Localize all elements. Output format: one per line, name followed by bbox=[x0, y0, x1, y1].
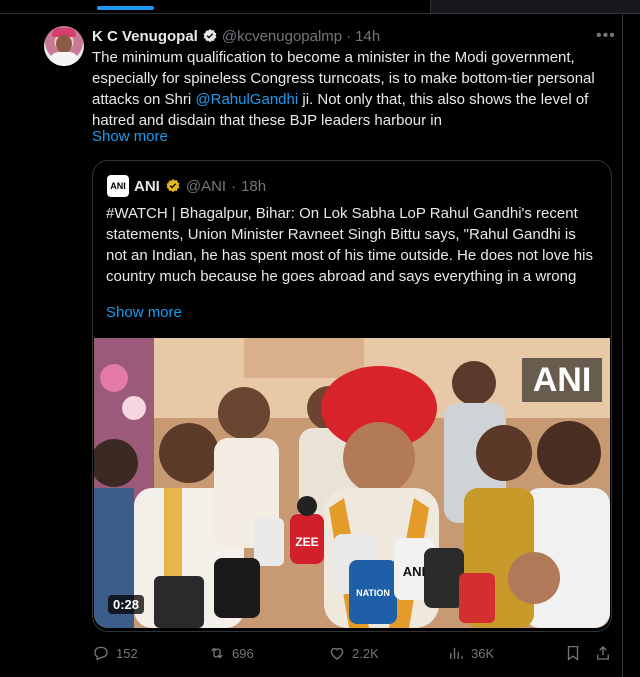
video-duration: 0:28 bbox=[108, 595, 145, 614]
ani-watermark: ANI bbox=[522, 358, 602, 402]
separator-dot: · bbox=[346, 27, 352, 45]
mic-label-zee: ZEE bbox=[295, 535, 318, 549]
right-panel-edge bbox=[430, 0, 640, 13]
author-handle[interactable]: @kcvenugopalmp bbox=[222, 28, 342, 45]
mic-label-ani: ANI bbox=[403, 564, 425, 579]
share-button[interactable] bbox=[594, 641, 612, 665]
reply-button[interactable]: 152 bbox=[92, 641, 138, 665]
avatar-face bbox=[56, 35, 72, 53]
mention-link[interactable]: @RahulGandhi bbox=[195, 91, 298, 108]
video-player[interactable]: ZEE ANI NATION ANI 0:28 bbox=[94, 338, 610, 628]
like-count: 2.2K bbox=[352, 645, 379, 661]
repost-button[interactable]: 696 bbox=[208, 641, 254, 665]
quote-author-name[interactable]: ANI bbox=[134, 178, 160, 195]
quote-header: ANI ANI @ANI · 18h bbox=[107, 175, 266, 197]
active-tab-indicator bbox=[97, 6, 154, 10]
tweet-text: The minimum qualification to become a mi… bbox=[92, 47, 612, 131]
repost-icon bbox=[211, 647, 223, 659]
quote-separator-dot: · bbox=[231, 177, 237, 195]
share-icon bbox=[597, 646, 609, 660]
views-chart-icon bbox=[450, 647, 463, 659]
tweet-actions: 152 696 2.2K 36K bbox=[92, 641, 614, 665]
reply-icon bbox=[94, 646, 108, 661]
gold-verified-badge-icon bbox=[165, 178, 181, 194]
avatar-shirt bbox=[49, 52, 79, 66]
bookmark-button[interactable] bbox=[564, 641, 582, 665]
reply-count: 152 bbox=[116, 645, 138, 661]
repost-count: 696 bbox=[232, 645, 254, 661]
heart-icon bbox=[330, 647, 344, 660]
show-more-link[interactable]: Show more bbox=[92, 128, 168, 145]
author-avatar[interactable] bbox=[44, 26, 84, 66]
author-name[interactable]: K C Venugopal bbox=[92, 28, 198, 45]
quote-time[interactable]: 18h bbox=[241, 178, 266, 195]
views-count: 36K bbox=[471, 645, 495, 661]
column-divider bbox=[622, 14, 623, 677]
tweet-header: K C Venugopal @kcvenugopalmp · 14h bbox=[92, 26, 380, 46]
quote-text: #WATCH | Bhagalpur, Bihar: On Lok Sabha … bbox=[106, 205, 593, 285]
quote-handle[interactable]: @ANI bbox=[186, 178, 226, 195]
quoted-tweet-card[interactable]: ANI ANI @ANI · 18h #WATCH | Bhagalpur, B… bbox=[92, 160, 612, 632]
like-button[interactable]: 2.2K bbox=[328, 641, 379, 665]
more-horizontal-icon[interactable]: ••• bbox=[596, 27, 616, 45]
views-button[interactable]: 36K bbox=[447, 641, 494, 665]
ani-logo-avatar[interactable]: ANI bbox=[107, 175, 129, 197]
tweet-time[interactable]: 14h bbox=[355, 28, 380, 45]
verified-badge-icon bbox=[202, 28, 218, 44]
mic-label-nation: NATION bbox=[356, 588, 390, 598]
bookmark-icon bbox=[567, 645, 579, 661]
quote-show-more-link[interactable]: Show more bbox=[106, 304, 182, 321]
top-divider bbox=[0, 13, 640, 14]
